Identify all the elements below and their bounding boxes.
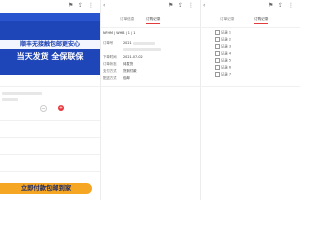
- promo-headline-1: 顺丰无接触包邮更安心: [0, 40, 100, 49]
- redacted-value: [133, 41, 155, 45]
- field-label: 下单时间: [103, 55, 117, 59]
- flag-icon[interactable]: ⚑: [268, 2, 273, 10]
- row-divider: [0, 120, 100, 121]
- active-tab-underline: [146, 23, 160, 24]
- record-row[interactable]: 记录 1: [215, 30, 275, 35]
- record-label: 记录 3: [221, 44, 232, 49]
- checkbox-icon[interactable]: [215, 37, 220, 42]
- back-icon[interactable]: ‹: [203, 2, 205, 10]
- checkbox-icon[interactable]: [215, 44, 220, 49]
- share-icon[interactable]: ⇪: [278, 2, 283, 10]
- product-line: NFHM | WHB | 1 | 1: [103, 31, 136, 35]
- record-label: 记录 6: [221, 65, 232, 70]
- field-label: 订单状态: [103, 62, 117, 66]
- record-row[interactable]: 记录 3: [215, 44, 275, 49]
- back-icon[interactable]: ‹: [103, 2, 105, 10]
- quantity-minus-button[interactable]: −: [40, 105, 47, 112]
- checkbox-icon[interactable]: [215, 72, 220, 77]
- record-row[interactable]: 记录 6: [215, 65, 275, 70]
- more-icon[interactable]: ⋮: [288, 2, 294, 10]
- promo-headline-2: 当天发货 全保联保: [16, 52, 84, 61]
- pay-now-button[interactable]: 立即付款包邮到家: [0, 183, 92, 194]
- record-label: 记录 7: [221, 72, 232, 77]
- record-row[interactable]: 记录 5: [215, 58, 275, 63]
- field-label: 订单号: [103, 41, 114, 45]
- tab-order-info[interactable]: 订单信息: [120, 17, 134, 22]
- flag-icon[interactable]: ⚑: [68, 2, 73, 10]
- record-row[interactable]: 记录 7: [215, 72, 275, 77]
- checkbox-icon[interactable]: [215, 58, 220, 63]
- row-divider: [200, 86, 300, 87]
- row-divider: [0, 171, 100, 172]
- field-value: 包邮: [123, 76, 130, 80]
- text-placeholder: [2, 98, 18, 101]
- record-row[interactable]: 记录 2: [215, 37, 275, 42]
- record-row[interactable]: 记录 4: [215, 51, 275, 56]
- field-value: 待发货: [123, 62, 134, 66]
- field-label: 支付方式: [103, 69, 117, 73]
- tab-order-history[interactable]: 订购记录: [254, 17, 268, 22]
- checkbox-icon[interactable]: [215, 30, 220, 35]
- record-label: 记录 1: [221, 30, 232, 35]
- row-divider: [0, 86, 100, 87]
- row-divider: [0, 154, 100, 155]
- more-icon[interactable]: ⋮: [88, 2, 94, 10]
- active-tab-underline: [254, 23, 268, 24]
- more-icon[interactable]: ⋮: [188, 2, 194, 10]
- panel-divider-1: [100, 0, 101, 200]
- record-label: 记录 2: [221, 37, 232, 42]
- field-value: 2021: [123, 41, 132, 45]
- tab-order-records[interactable]: 订购记录: [146, 17, 160, 22]
- field-value: 2021-07-02: [123, 55, 143, 59]
- checkbox-icon[interactable]: [215, 65, 220, 70]
- row-divider: [100, 27, 200, 28]
- flag-icon[interactable]: ⚑: [168, 2, 173, 10]
- redacted-value: [123, 48, 161, 51]
- field-label: 配送方式: [103, 76, 117, 80]
- row-divider: [0, 137, 100, 138]
- share-icon[interactable]: ⇪: [78, 2, 83, 10]
- quantity-plus-button[interactable]: +: [58, 105, 64, 111]
- row-divider: [100, 86, 200, 87]
- record-label: 记录 5: [221, 58, 232, 63]
- text-placeholder: [2, 92, 42, 95]
- record-label: 记录 4: [221, 51, 232, 56]
- row-divider: [200, 27, 300, 28]
- share-icon[interactable]: ⇪: [178, 2, 183, 10]
- promo-banner-top: [0, 13, 100, 21]
- tab-order-records[interactable]: 订单记录: [220, 17, 234, 22]
- checkbox-icon[interactable]: [215, 51, 220, 56]
- field-value: 货到付款: [123, 69, 137, 73]
- panel-divider-2: [200, 0, 201, 200]
